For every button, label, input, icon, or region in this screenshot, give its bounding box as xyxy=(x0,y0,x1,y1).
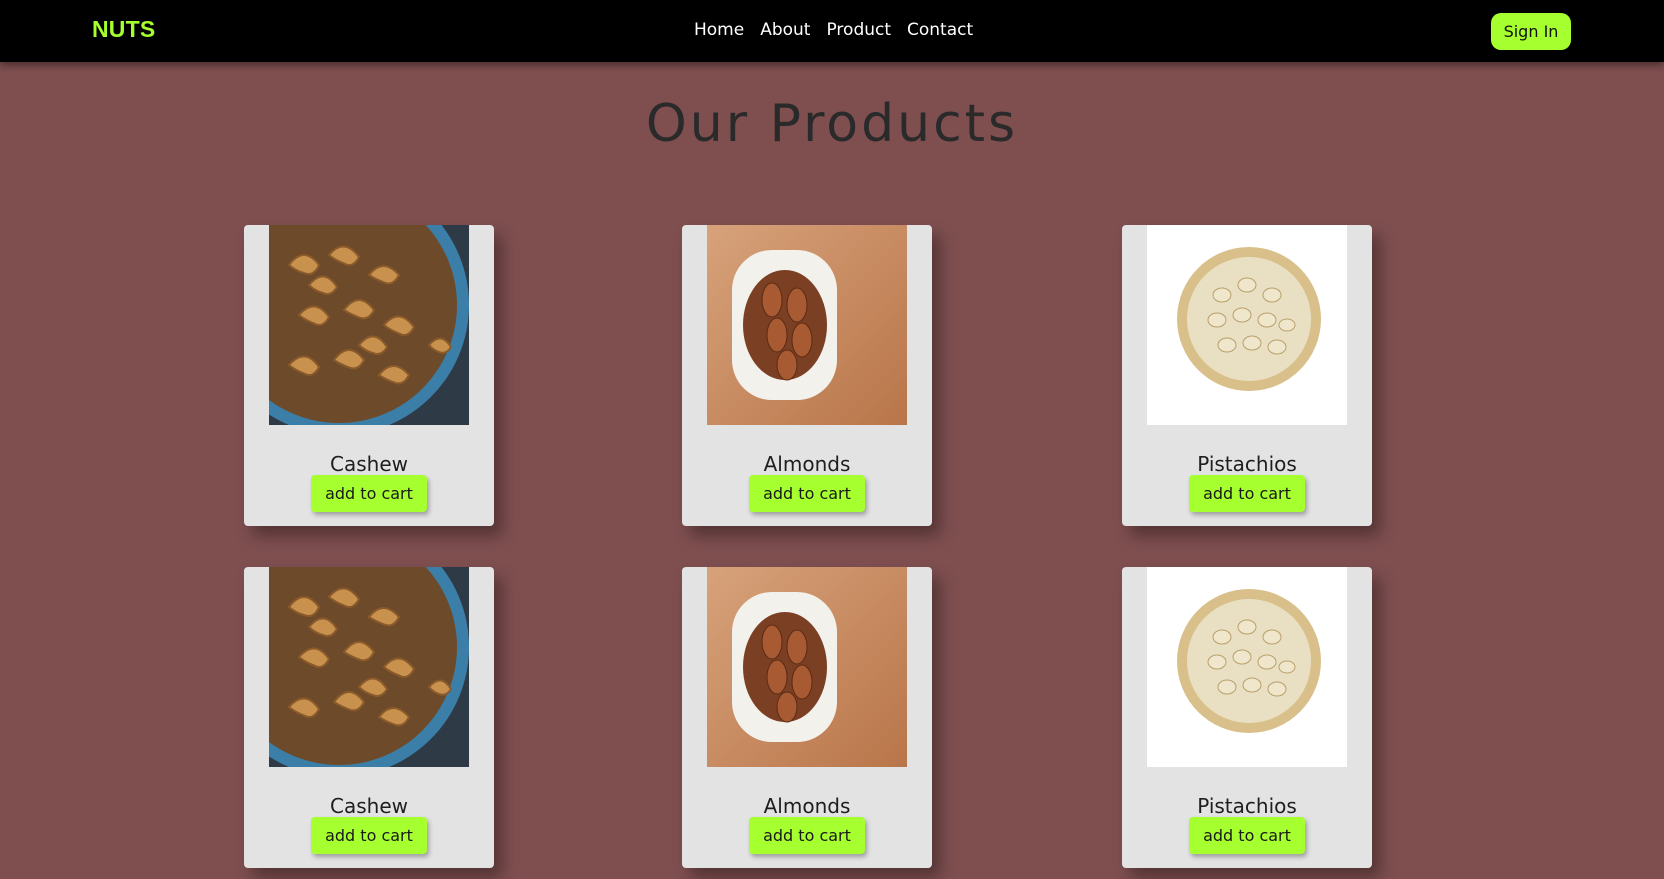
almonds-image xyxy=(707,225,907,425)
sign-in-button[interactable]: Sign In xyxy=(1491,13,1571,50)
product-card: Cashew add to cart xyxy=(244,225,494,526)
add-to-cart-button[interactable]: add to cart xyxy=(749,817,865,854)
nav-link-about[interactable]: About xyxy=(760,20,810,40)
navbar: NUTS Home About Product Contact Sign In xyxy=(0,0,1664,62)
brand-logo[interactable]: NUTS xyxy=(92,16,155,43)
add-to-cart-button[interactable]: add to cart xyxy=(1189,475,1305,512)
product-name: Pistachios xyxy=(1197,794,1297,818)
product-card: Pistachios add to cart xyxy=(1122,225,1372,526)
add-to-cart-button[interactable]: add to cart xyxy=(1189,817,1305,854)
page-title: Our Products xyxy=(645,94,1019,154)
product-card: Almonds add to cart xyxy=(682,225,932,526)
cashew-image xyxy=(269,567,469,767)
product-card: Almonds add to cart xyxy=(682,567,932,868)
product-card: Cashew add to cart xyxy=(244,567,494,868)
add-to-cart-button[interactable]: add to cart xyxy=(311,475,427,512)
product-name: Cashew xyxy=(330,794,408,818)
add-to-cart-button[interactable]: add to cart xyxy=(749,475,865,512)
nav-link-contact[interactable]: Contact xyxy=(907,20,973,40)
nav-links: Home About Product Contact xyxy=(694,20,973,40)
nav-link-product[interactable]: Product xyxy=(826,20,891,40)
product-card: Pistachios add to cart xyxy=(1122,567,1372,868)
product-name: Almonds xyxy=(763,794,851,818)
almonds-image xyxy=(707,567,907,767)
pistachios-image xyxy=(1147,567,1347,767)
add-to-cart-button[interactable]: add to cart xyxy=(311,817,427,854)
product-name: Almonds xyxy=(763,452,851,476)
product-name: Cashew xyxy=(330,452,408,476)
pistachios-image xyxy=(1147,225,1347,425)
cashew-image xyxy=(269,225,469,425)
nav-link-home[interactable]: Home xyxy=(694,20,744,40)
product-name: Pistachios xyxy=(1197,452,1297,476)
